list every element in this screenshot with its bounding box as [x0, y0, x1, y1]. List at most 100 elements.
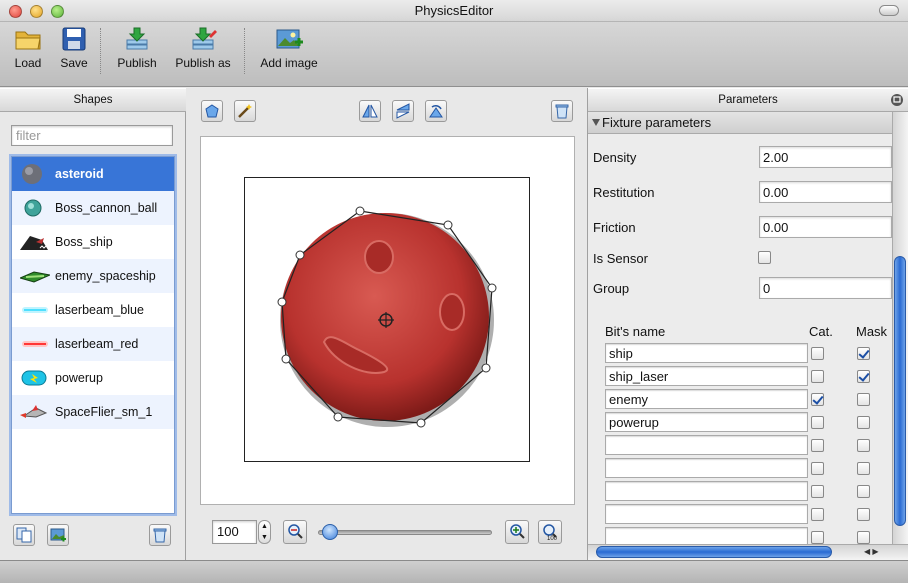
zoom-out-button[interactable] — [283, 520, 307, 544]
bit-mask-checkbox[interactable] — [857, 485, 870, 498]
polygon-vertex[interactable] — [487, 283, 497, 293]
delete-shape-button[interactable] — [149, 524, 171, 546]
magic-wand-icon — [238, 104, 252, 118]
delete-polygon-button[interactable] — [551, 100, 573, 122]
list-item-label: Boss_ship — [55, 235, 113, 249]
filter-input[interactable]: filter — [11, 125, 173, 146]
scroll-arrows[interactable]: ◀ ▶ — [864, 547, 879, 556]
magic-wand-button[interactable] — [234, 100, 256, 122]
add-image-button[interactable]: Add image — [258, 26, 320, 70]
minimize-window-button[interactable] — [30, 5, 43, 18]
polygon-vertex[interactable] — [355, 206, 365, 216]
laser-blue-icon — [22, 307, 48, 313]
bit-name-field[interactable] — [605, 481, 808, 501]
polygon-vertex[interactable] — [295, 250, 305, 260]
polygon-vertex[interactable] — [333, 412, 343, 422]
toolbar-separator — [100, 28, 101, 74]
bit-mask-checkbox[interactable] — [857, 347, 870, 360]
friction-label: Friction — [593, 220, 636, 235]
bit-name-field[interactable]: powerup — [605, 412, 808, 432]
status-bar — [0, 560, 908, 583]
bit-name-field[interactable]: enemy — [605, 389, 808, 409]
list-item[interactable]: SpaceFlier_sm_1 — [12, 395, 174, 429]
bit-name-field[interactable]: ship_laser — [605, 366, 808, 386]
bit-category-checkbox[interactable] — [811, 347, 824, 360]
bit-name-field[interactable]: ship — [605, 343, 808, 363]
zoom-100-button[interactable]: 100 — [538, 520, 562, 544]
bit-category-checkbox[interactable] — [811, 485, 824, 498]
folder-icon — [15, 31, 41, 50]
bit-name-field[interactable] — [605, 435, 808, 455]
bit-mask-checkbox[interactable] — [857, 439, 870, 452]
publish-button[interactable]: Publish — [114, 26, 160, 70]
floppy-disk-icon — [62, 27, 86, 51]
flip-vertical-button[interactable] — [392, 100, 414, 122]
list-item[interactable]: Boss_ship — [12, 225, 174, 259]
horizontal-scrollbar-thumb[interactable] — [596, 546, 832, 558]
asteroid-sprite[interactable] — [244, 177, 530, 462]
detach-panel-icon[interactable] — [890, 93, 904, 107]
bit-mask-checkbox[interactable] — [857, 531, 870, 544]
restitution-field[interactable]: 0.00 — [759, 181, 892, 203]
bit-category-checkbox[interactable] — [811, 462, 824, 475]
bit-category-checkbox[interactable] — [811, 393, 824, 406]
publish-as-button[interactable]: Publish as — [174, 26, 232, 70]
density-field[interactable]: 2.00 — [759, 146, 892, 168]
save-button[interactable]: Save — [58, 26, 90, 70]
load-button[interactable]: Load — [12, 26, 44, 70]
zoom-out-icon — [288, 524, 303, 539]
zoom-slider-knob[interactable] — [322, 524, 338, 540]
is-sensor-checkbox[interactable] — [758, 251, 771, 264]
polygon-tool-button[interactable] — [201, 100, 223, 122]
bit-category-checkbox[interactable] — [811, 416, 824, 429]
list-item-label: Boss_cannon_ball — [55, 201, 158, 215]
flip-horizontal-icon — [362, 104, 378, 118]
zoom-window-button[interactable] — [51, 5, 64, 18]
flip-horizontal-button[interactable] — [359, 100, 381, 122]
bit-name-field[interactable] — [605, 504, 808, 524]
asteroid-icon — [22, 164, 42, 184]
bits-name-header: Bit's name — [605, 324, 666, 339]
list-item[interactable]: laserbeam_red — [12, 327, 174, 361]
rotate-button[interactable] — [425, 100, 447, 122]
list-item-label: SpaceFlier_sm_1 — [55, 405, 153, 419]
zoom-slider[interactable] — [318, 530, 492, 535]
zoom-stepper[interactable]: ▲ ▼ — [258, 520, 271, 544]
bit-mask-checkbox[interactable] — [857, 462, 870, 475]
bit-mask-checkbox[interactable] — [857, 393, 870, 406]
vertical-scrollbar-thumb[interactable] — [894, 256, 906, 526]
zoom-in-button[interactable] — [505, 520, 529, 544]
friction-field[interactable]: 0.00 — [759, 216, 892, 238]
shapes-panel-title: Shapes — [0, 88, 186, 112]
fixture-parameters-section[interactable]: Fixture parameters — [588, 112, 892, 134]
bit-name-field[interactable] — [605, 458, 808, 478]
cannon-ball-icon — [24, 199, 42, 217]
zoom-input[interactable]: 100 — [212, 520, 257, 544]
list-item[interactable]: Boss_cannon_ball — [12, 191, 174, 225]
polygon-vertex[interactable] — [416, 418, 426, 428]
list-item-label: enemy_spaceship — [55, 269, 156, 283]
toolbar-toggle-button[interactable] — [879, 5, 899, 16]
close-window-button[interactable] — [9, 5, 22, 18]
bit-category-checkbox[interactable] — [811, 508, 824, 521]
list-item[interactable]: enemy_spaceship — [12, 259, 174, 293]
polygon-vertex[interactable] — [277, 297, 287, 307]
bit-category-checkbox[interactable] — [811, 439, 824, 452]
polygon-vertex[interactable] — [481, 363, 491, 373]
add-shape-image-button[interactable] — [47, 524, 69, 546]
polygon-vertex[interactable] — [443, 220, 453, 230]
publish-as-label: Publish as — [175, 56, 231, 70]
bit-mask-checkbox[interactable] — [857, 370, 870, 383]
list-item-label: asteroid — [55, 167, 104, 181]
polygon-vertex[interactable] — [281, 354, 291, 364]
toolbar-separator — [244, 28, 245, 74]
bit-mask-checkbox[interactable] — [857, 416, 870, 429]
list-item[interactable]: laserbeam_blue — [12, 293, 174, 327]
bit-category-checkbox[interactable] — [811, 370, 824, 383]
bit-category-checkbox[interactable] — [811, 531, 824, 544]
bit-mask-checkbox[interactable] — [857, 508, 870, 521]
list-item[interactable]: asteroid — [12, 157, 174, 191]
list-item[interactable]: powerup — [12, 361, 174, 395]
duplicate-shape-button[interactable] — [13, 524, 35, 546]
group-field[interactable]: 0 — [759, 277, 892, 299]
